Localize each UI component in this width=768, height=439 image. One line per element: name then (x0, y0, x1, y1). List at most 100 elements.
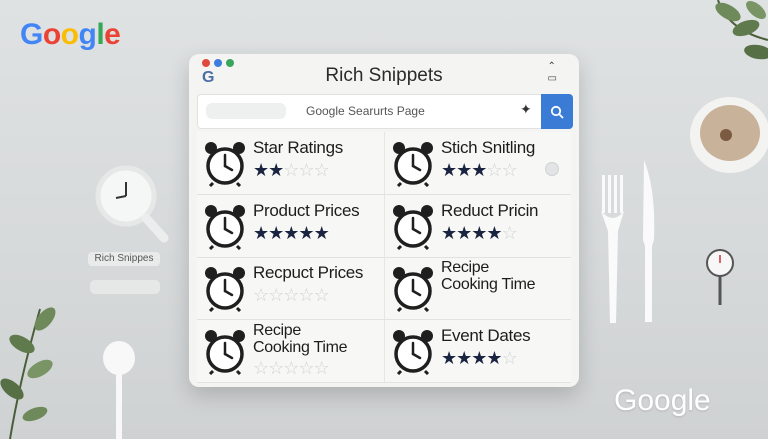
star-empty-icon: ☆ (283, 160, 299, 180)
snippet-grid: Star Ratings ★★☆☆☆ Stich Snitling ★★★☆☆ Pr… (197, 132, 572, 383)
logo-letter: G (20, 18, 43, 51)
star-filled-icon: ★ (486, 347, 502, 368)
snippet-label: Recipe Cooking Time (441, 259, 536, 293)
alarm-clock-icon (391, 266, 435, 313)
star-filled-icon: ★ (456, 160, 472, 180)
star-empty-icon: ☆ (283, 285, 299, 305)
snippet-card[interactable]: Recipe Cooking Time (384, 257, 572, 319)
snippet-card[interactable]: Event Dates ★★★★☆ (384, 319, 572, 382)
logo-letter: g (78, 18, 97, 51)
coffee-cup-icon (690, 97, 768, 173)
snippet-card[interactable]: Product Prices ★★★★★ (197, 195, 384, 257)
alarm-clock-icon (391, 329, 435, 375)
alarm-clock-icon (391, 141, 435, 188)
snippet-label-line: Stich Snitling (441, 138, 536, 157)
star-empty-icon: ☆ (298, 285, 314, 305)
snippet-row: Recpuct Prices ☆☆☆☆☆ Recipe Cooking Time (197, 257, 571, 320)
search-bar[interactable]: Google Searurts Page ✦ (197, 94, 573, 129)
window-controls-icon[interactable]: ⌃ ▭ (548, 61, 557, 85)
google-logo-bottom: Google (614, 384, 711, 417)
logo-letter: e (104, 18, 121, 51)
star-empty-icon: ☆ (298, 160, 314, 180)
star-rating: ★★★★☆ (441, 347, 518, 369)
star-empty-icon: ☆ (253, 285, 269, 305)
title-bar: G Rich Snippets ⌃ ▭ (189, 54, 579, 94)
snippet-card[interactable]: Recpuct Prices ☆☆☆☆☆ (197, 257, 384, 319)
star-empty-icon: ☆ (283, 357, 299, 378)
snippet-label: Product Prices (253, 201, 360, 221)
star-filled-icon: ★ (471, 222, 487, 243)
star-filled-icon: ★ (253, 222, 269, 243)
snippet-label-line: Event Dates (441, 325, 531, 345)
star-filled-icon: ★ (456, 347, 472, 368)
star-filled-icon: ★ (471, 347, 487, 368)
star-filled-icon: ★ (441, 347, 457, 368)
star-rating: ☆☆☆☆☆ (253, 357, 330, 379)
search-input[interactable]: Google Searurts Page (306, 104, 425, 118)
star-empty-icon: ☆ (298, 357, 314, 378)
pin-icon[interactable]: ✦ (520, 101, 532, 118)
snippet-card[interactable]: Reduct Pricin ★★★★☆ (384, 194, 572, 257)
snippet-label: Recipe Cooking Time (253, 321, 348, 356)
snippet-row: Product Prices ★★★★★ Reduct Pricin ★★★★☆ (197, 194, 572, 258)
star-filled-icon: ★ (441, 222, 457, 243)
snippet-card[interactable]: Stich Snitling ★★★☆☆ (384, 132, 572, 194)
search-button[interactable] (541, 94, 573, 129)
star-rating: ★★★★☆ (441, 222, 518, 244)
alarm-clock-icon (203, 141, 247, 188)
snippet-label-line: Cooking Time (253, 338, 348, 356)
alarm-clock-icon (203, 266, 247, 313)
alarm-clock-icon (203, 204, 247, 250)
star-empty-icon: ☆ (486, 160, 502, 180)
star-filled-icon: ★ (298, 222, 314, 243)
star-filled-icon: ★ (486, 222, 502, 243)
snippet-label-line: Recipe (253, 321, 302, 339)
star-empty-icon: ☆ (253, 357, 269, 378)
logo-letter: o (60, 18, 79, 51)
snippet-label: Reduct Pricin (441, 200, 539, 221)
plant-leaves-icon (715, 0, 768, 60)
rich-snippets-window: G Rich Snippets ⌃ ▭ Google Searurts Page … (189, 54, 579, 387)
star-empty-icon: ☆ (268, 285, 284, 305)
toggle-knob[interactable] (545, 162, 559, 176)
google-logo: Google (20, 18, 121, 52)
star-empty-icon: ☆ (501, 222, 518, 243)
star-filled-icon: ★ (456, 222, 472, 243)
snippet-label-line: Star Ratings (253, 138, 343, 157)
star-empty-icon: ☆ (313, 160, 330, 180)
snippet-label-line: Reduct Pricin (441, 200, 539, 220)
snippet-row: Star Ratings ★★☆☆☆ Stich Snitling ★★★☆☆ (197, 132, 571, 195)
star-empty-icon: ☆ (268, 357, 284, 378)
snippet-label-line: Cooking Time (441, 276, 536, 293)
search-icon (550, 105, 564, 119)
magnifier-clock-icon (95, 165, 169, 243)
star-empty-icon: ☆ (313, 357, 330, 378)
logo-letter: o (42, 18, 61, 51)
snippet-card[interactable]: Star Ratings ★★☆☆☆ (197, 132, 384, 194)
magnifier-icon (706, 249, 734, 305)
star-filled-icon: ★ (253, 160, 269, 180)
snippet-label-line: Recpuct Prices (253, 263, 364, 282)
star-filled-icon: ★ (268, 222, 284, 243)
star-filled-icon: ★ (313, 222, 330, 243)
snippet-card[interactable]: Recipe Cooking Time ☆☆☆☆☆ (197, 320, 384, 382)
side-placeholder-bar (90, 280, 160, 294)
star-filled-icon: ★ (268, 160, 284, 180)
star-filled-icon: ★ (441, 160, 457, 180)
knife-icon (643, 160, 655, 322)
star-filled-icon: ★ (471, 160, 487, 180)
search-blur-placeholder (206, 103, 286, 119)
snippet-label: Recpuct Prices (253, 263, 363, 283)
fork-icon (601, 175, 624, 323)
spoon-icon (103, 341, 135, 439)
snippet-label: Event Dates (441, 325, 531, 346)
logo-letter: l (96, 18, 105, 51)
star-empty-icon: ☆ (501, 160, 518, 180)
alarm-clock-icon (203, 329, 247, 375)
snippet-label: Star Ratings (253, 138, 343, 158)
snippet-row: Recipe Cooking Time ☆☆☆☆☆ Event Dates ★★★★☆ (197, 319, 572, 383)
snippet-label: Stich Snitling (441, 138, 535, 158)
plant-leaves-icon (0, 307, 56, 439)
star-rating: ★★☆☆☆ (253, 160, 330, 181)
star-filled-icon: ★ (283, 222, 299, 243)
